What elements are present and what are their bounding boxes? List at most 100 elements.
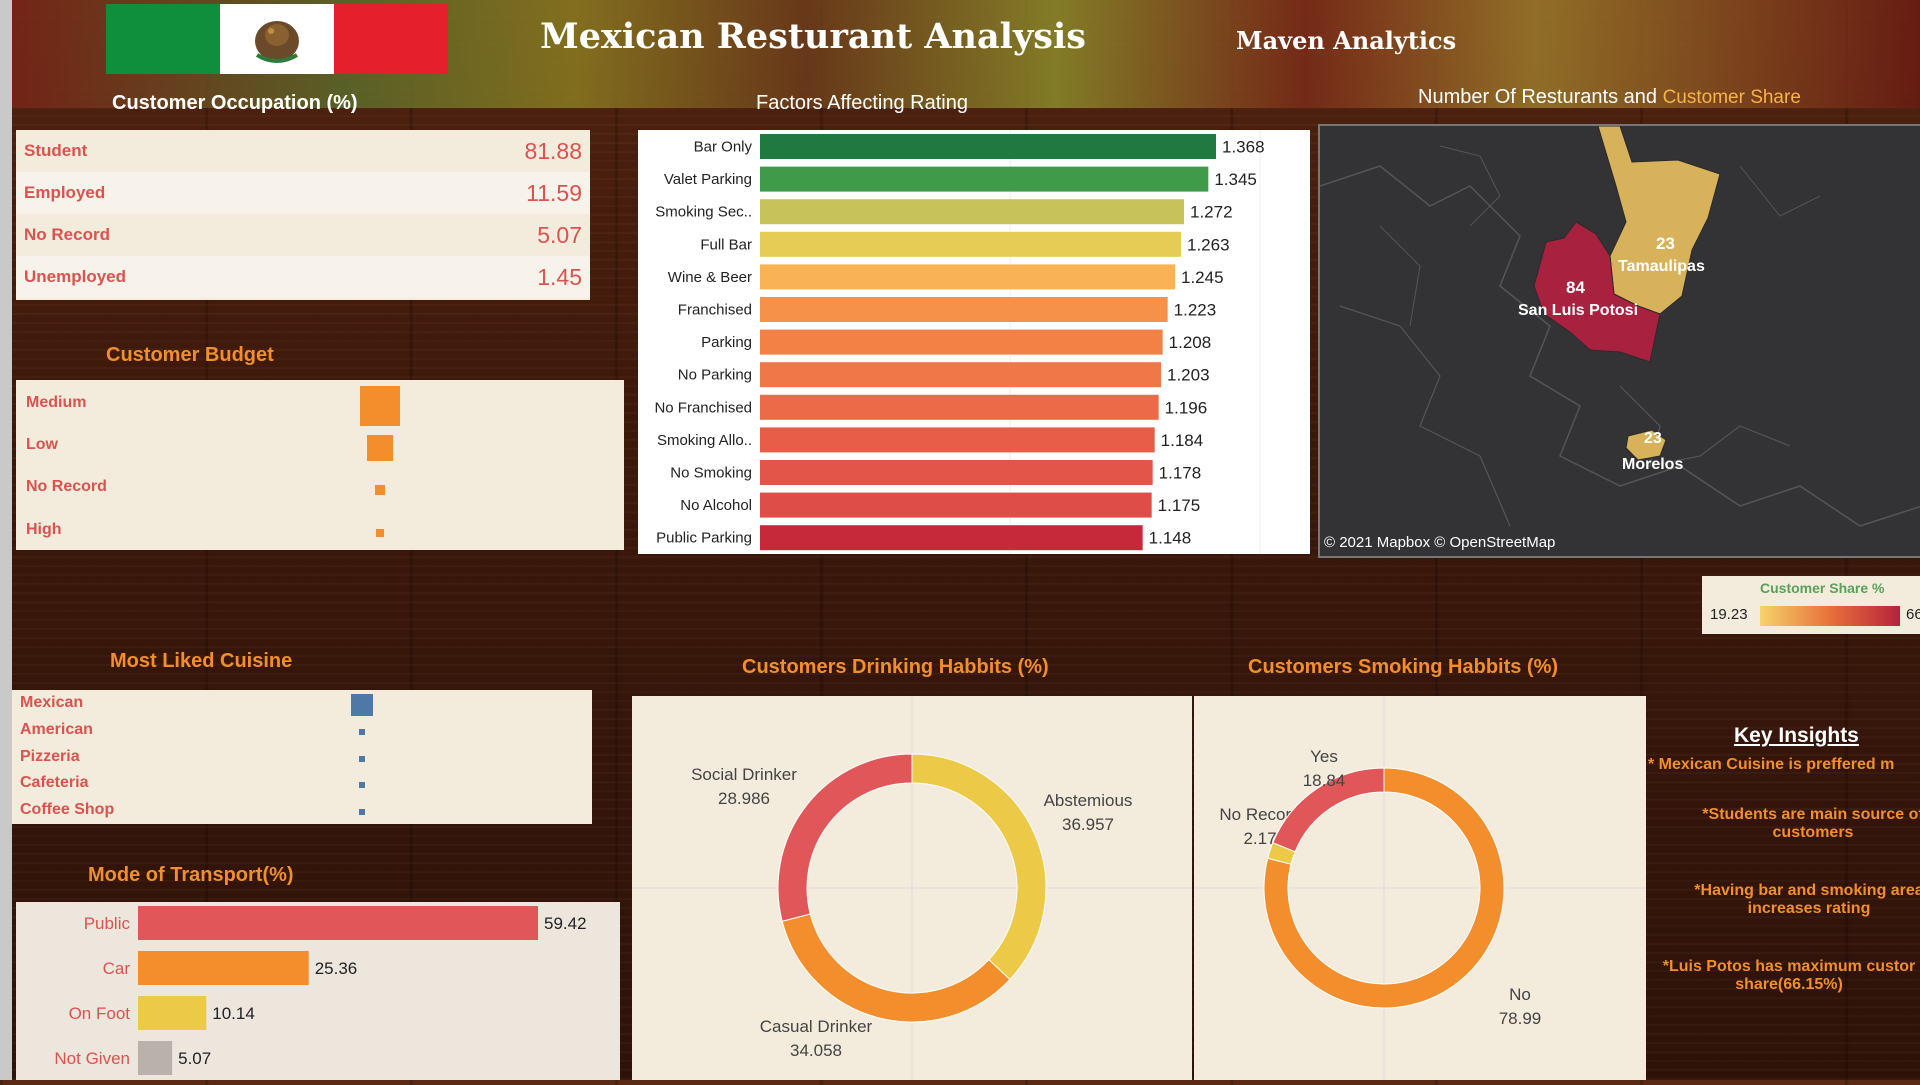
- slice-category-label: Casual Drinker: [760, 1017, 873, 1036]
- table-row: Employed 11.59: [16, 172, 590, 214]
- cuisine-mark[interactable]: [359, 809, 365, 815]
- transport-label: Public: [84, 914, 131, 933]
- slice-value-label: 18.84: [1303, 771, 1346, 790]
- map-region-label: San Luis Potosi: [1518, 302, 1639, 319]
- factors-panel: Bar Only 1.368 Valet Parking 1.345 Smoking S…: [638, 130, 1310, 554]
- left-scrollbar[interactable]: [0, 0, 12, 1080]
- occupation-label: No Record: [24, 225, 110, 244]
- budget-label: Low: [26, 436, 58, 453]
- factor-bar[interactable]: [760, 427, 1155, 453]
- factor-bar[interactable]: [760, 134, 1216, 159]
- factor-label: Public Parking: [656, 530, 752, 547]
- mexico-map[interactable]: 23 Tamaulipas 84 San Luis Potosi 23 More…: [1318, 124, 1920, 558]
- slice-category-label: Abstemious: [1044, 791, 1133, 810]
- factor-value-label: 1.272: [1190, 203, 1233, 222]
- factor-label: Franchised: [678, 302, 752, 319]
- cuisine-mark[interactable]: [358, 728, 365, 735]
- budget-title: Customer Budget: [106, 344, 274, 366]
- occupation-value: 1.45: [537, 263, 582, 290]
- insight-item: * Mexican Cuisine is preffered m: [1648, 756, 1895, 773]
- cuisine-label: Cafeteria: [20, 774, 89, 791]
- factor-bar[interactable]: [760, 199, 1184, 225]
- table-row: Unemployed 1.45: [16, 256, 590, 298]
- occupation-value: 81.88: [524, 137, 582, 164]
- transport-bar[interactable]: [138, 1041, 173, 1075]
- flag-red: [334, 4, 448, 74]
- factor-bar[interactable]: [760, 394, 1159, 420]
- map-region-label: Morelos: [1622, 456, 1684, 473]
- brand-name: Maven Analytics: [1236, 26, 1457, 55]
- occupation-title: Customer Occupation (%): [112, 92, 358, 114]
- slice-value-label: 28.986: [718, 789, 770, 808]
- budget-mark[interactable]: [360, 386, 400, 426]
- factor-bar[interactable]: [760, 297, 1168, 322]
- factor-label: Smoking Sec..: [655, 204, 752, 221]
- cuisine-mark[interactable]: [351, 694, 373, 716]
- factor-value-label: 1.368: [1222, 138, 1265, 157]
- slice-value-label: 2.17: [1243, 829, 1276, 848]
- budget-label: Medium: [26, 394, 87, 411]
- map-count-label: 23: [1644, 430, 1662, 447]
- factor-bar[interactable]: [760, 492, 1152, 518]
- transport-panel: Public 59.42 Car 25.36 On Foot 10.14 Not Given…: [16, 902, 620, 1080]
- flag-white: [220, 4, 334, 74]
- transport-title: Mode of Transport(%): [88, 864, 294, 886]
- cuisine-label: Coffee Shop: [20, 801, 115, 818]
- legend-min: 19.23: [1710, 606, 1748, 623]
- factors-title: Factors Affecting Rating: [756, 92, 968, 114]
- flag-green: [106, 4, 220, 74]
- table-row: Student 81.88: [16, 130, 590, 172]
- map-attribution[interactable]: © 2021 Mapbox © OpenStreetMap: [1324, 534, 1555, 551]
- legend-gradient: [1760, 606, 1900, 626]
- budget-mark[interactable]: [375, 528, 385, 538]
- factor-value-label: 1.184: [1161, 431, 1204, 450]
- map-region-label: Tamaulipas: [1618, 258, 1705, 275]
- factor-value-label: 1.223: [1174, 301, 1217, 320]
- transport-chart: Public 59.42 Car 25.36 On Foot 10.14 Not Given…: [54, 906, 587, 1075]
- factor-label: Full Bar: [700, 236, 752, 253]
- donut-slice[interactable]: [911, 753, 1047, 981]
- factor-label: No Franchised: [654, 399, 752, 416]
- drinking-panel: Abstemious 36.957 Casual Drinker 34.058 Soci…: [632, 696, 1192, 1080]
- occupation-label: Employed: [24, 183, 106, 202]
- factor-bar[interactable]: [760, 166, 1209, 192]
- transport-label: On Foot: [69, 1004, 131, 1023]
- cuisine-label: Mexican: [20, 694, 84, 711]
- factor-value-label: 1.175: [1158, 496, 1201, 515]
- budget-mark[interactable]: [366, 434, 394, 462]
- factor-label: Smoking Allo..: [657, 432, 752, 449]
- transport-bar[interactable]: [138, 951, 309, 985]
- occupation-table: Student 81.88 Employed 11.59 No Record 5…: [16, 130, 590, 300]
- factor-label: No Smoking: [670, 465, 752, 482]
- transport-value-label: 59.42: [544, 914, 587, 933]
- slice-value-label: 34.058: [790, 1041, 842, 1060]
- factor-bar[interactable]: [760, 525, 1143, 551]
- factor-value-label: 1.196: [1165, 398, 1208, 417]
- donut-slice[interactable]: [781, 913, 1011, 1023]
- transport-value-label: 10.14: [212, 1004, 255, 1023]
- smoking-panel: No 78.99 No Record 2.17 Yes 18.84: [1194, 696, 1646, 1080]
- budget-label: No Record: [26, 478, 107, 495]
- factor-bar[interactable]: [760, 329, 1163, 355]
- slice-value-label: 78.99: [1499, 1009, 1542, 1028]
- cuisine-label: Pizzeria: [20, 748, 80, 765]
- factor-value-label: 1.203: [1167, 366, 1210, 385]
- cuisine-mark[interactable]: [358, 755, 365, 762]
- factor-label: Wine & Beer: [668, 269, 752, 286]
- factor-value-label: 1.148: [1149, 529, 1192, 548]
- factor-label: Bar Only: [694, 139, 753, 156]
- factor-bar[interactable]: [760, 460, 1153, 485]
- factor-bar[interactable]: [760, 231, 1181, 257]
- factor-value-label: 1.245: [1181, 268, 1224, 287]
- factors-chart: Bar Only 1.368 Valet Parking 1.345 Smoking S…: [654, 130, 1265, 554]
- occupation-value: 11.59: [526, 179, 582, 206]
- factor-bar[interactable]: [760, 264, 1175, 290]
- transport-bar[interactable]: [138, 906, 538, 940]
- cuisine-mark[interactable]: [358, 781, 365, 788]
- factor-bar[interactable]: [760, 362, 1161, 388]
- donut-slice[interactable]: [777, 753, 913, 922]
- factor-value-label: 1.208: [1169, 333, 1212, 352]
- budget-mark[interactable]: [375, 485, 385, 495]
- transport-bar[interactable]: [138, 996, 207, 1030]
- drinking-donut-chart: Abstemious 36.957 Casual Drinker 34.058 Soci…: [632, 696, 1192, 1080]
